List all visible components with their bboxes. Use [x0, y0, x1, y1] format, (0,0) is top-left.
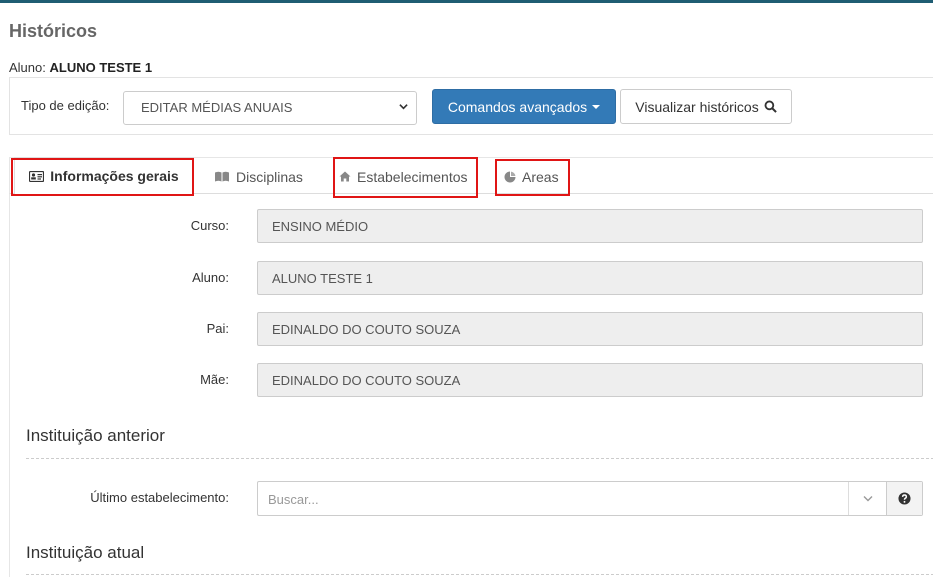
section-title-instituicao-atual: Instituição atual — [26, 543, 145, 562]
caret-down-icon — [592, 104, 601, 109]
view-histories-label: Visualizar históricos — [635, 98, 759, 115]
form-row-aluno: Aluno: ALUNO TESTE 1 — [10, 261, 933, 295]
tab-label: Estabelecimentos — [357, 168, 468, 185]
id-card-icon — [29, 170, 45, 182]
curso-label: Curso: — [190, 218, 229, 233]
question-circle-icon — [898, 492, 911, 505]
ultimo-estabelecimento-label: Último estabelecimento: — [90, 490, 229, 505]
edit-type-value: EDITAR MÉDIAS ANUAIS — [141, 100, 293, 115]
edit-type-label: Tipo de edição: — [21, 98, 110, 113]
tab-estabelecimentos[interactable]: Estabelecimentos — [339, 158, 468, 195]
tab-informacoes-gerais[interactable]: Informações gerais — [14, 157, 194, 195]
form-row-pai: Pai: EDINALDO DO COUTO SOUZA — [10, 312, 933, 346]
chevron-down-icon — [863, 496, 872, 502]
student-name: ALUNO TESTE 1 — [49, 60, 153, 75]
tab-bar: Informações gerais Disciplinas Estabelec… — [9, 157, 933, 195]
form-row-curso: Curso: ENSINO MÉDIO — [10, 209, 933, 243]
tab-label: Informações gerais — [50, 168, 179, 184]
dropdown-toggle[interactable] — [848, 482, 886, 515]
ultimo-estabelecimento-select[interactable]: Buscar... — [257, 481, 923, 516]
toolbar: Tipo de edição: EDITAR MÉDIAS ANUAIS Com… — [9, 77, 933, 135]
pai-label: Pai: — [206, 321, 229, 336]
student-label: Aluno: — [9, 60, 46, 75]
top-bar — [0, 0, 933, 3]
mae-field[interactable]: EDINALDO DO COUTO SOUZA — [257, 363, 923, 397]
aluno-label: Aluno: — [192, 270, 229, 285]
section-divider — [26, 458, 933, 459]
advanced-commands-button[interactable]: Comandos avançados — [432, 89, 616, 124]
advanced-commands-label: Comandos avançados — [447, 98, 588, 115]
tab-areas[interactable]: Areas — [504, 158, 559, 195]
mae-label: Mãe: — [200, 372, 229, 387]
pai-field[interactable]: EDINALDO DO COUTO SOUZA — [257, 312, 923, 346]
tab-label: Disciplinas — [236, 168, 303, 185]
general-info-panel: Curso: ENSINO MÉDIO Aluno: ALUNO TESTE 1… — [9, 194, 933, 577]
help-button[interactable] — [886, 482, 922, 515]
section-title-instituicao-anterior: Instituição anterior — [26, 426, 165, 445]
page-title: Históricos — [9, 21, 98, 41]
tab-disciplinas[interactable]: Disciplinas — [214, 158, 303, 195]
section-divider — [26, 574, 933, 575]
edit-type-select[interactable]: EDITAR MÉDIAS ANUAIS — [123, 91, 417, 125]
home-icon — [339, 171, 351, 182]
aluno-field[interactable]: ALUNO TESTE 1 — [257, 261, 923, 295]
view-histories-button[interactable]: Visualizar históricos — [620, 89, 792, 124]
student-line: Aluno: ALUNO TESTE 1 — [9, 60, 152, 75]
book-icon — [215, 171, 229, 182]
pie-chart-icon — [504, 171, 516, 182]
curso-field[interactable]: ENSINO MÉDIO — [257, 209, 923, 243]
search-icon — [764, 100, 777, 113]
chevron-down-icon — [399, 104, 408, 110]
search-placeholder: Buscar... — [268, 492, 319, 507]
tab-label: Areas — [522, 168, 559, 185]
form-row-mae: Mãe: EDINALDO DO COUTO SOUZA — [10, 363, 933, 397]
